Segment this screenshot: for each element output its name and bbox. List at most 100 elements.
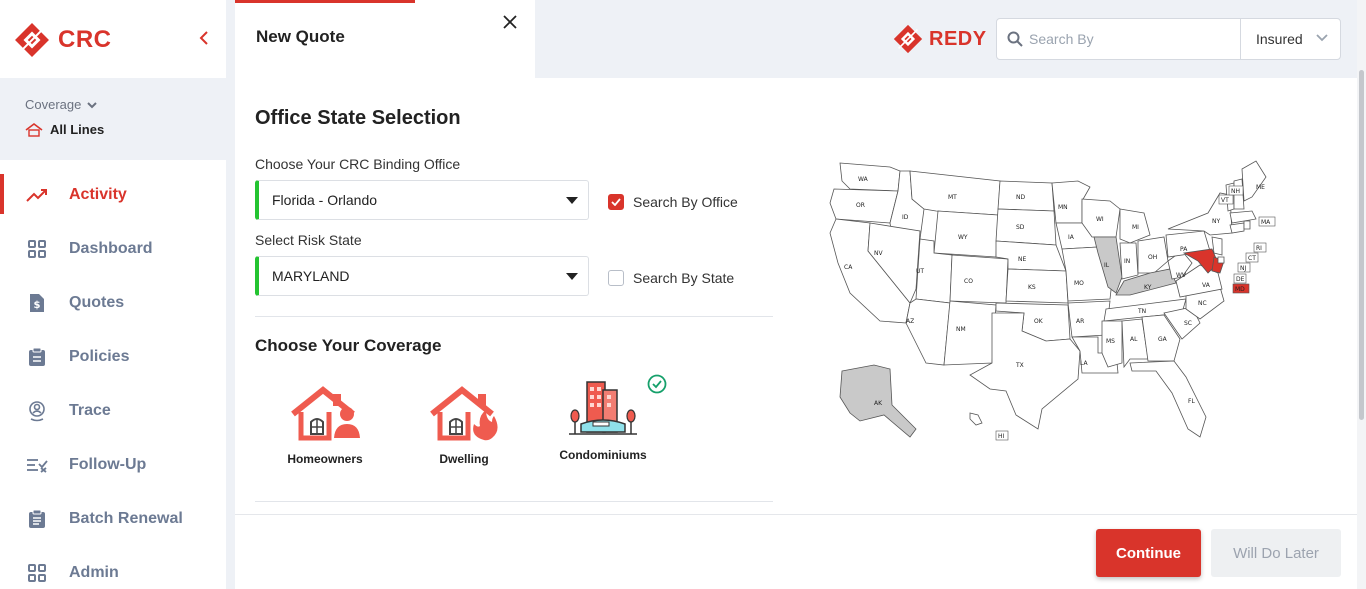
sidebar-item-label: Dashboard [69,240,153,257]
map-label: NY [1212,218,1220,225]
sidebar-item-quotes[interactable]: $ Quotes [0,276,226,330]
us-state-map[interactable]: WA OR CA ID NV MT WY UT AZ CO NM ND SD N… [820,153,1280,453]
grid-icon [26,238,48,260]
grid-icon [26,562,48,584]
sidebar-item-dashboard[interactable]: Dashboard [0,222,226,276]
search-type-value: Insured [1256,31,1303,47]
map-label: SD [1016,224,1025,231]
condominium-icon [569,381,637,435]
coverage-option-condominiums[interactable]: Condominiums [543,381,663,462]
divider [255,501,773,502]
collapse-sidebar-icon[interactable] [198,30,210,51]
map-label: MS [1106,338,1115,345]
map-label: ID [902,214,909,221]
coverage-label: Coverage [25,97,97,112]
checkbox-unchecked-icon [608,270,624,286]
search-icon [1007,31,1023,47]
map-label: SC [1184,320,1192,327]
state-co [949,254,1009,304]
dwelling-fire-icon [430,386,498,441]
map-label: VT [1221,197,1229,204]
scrollbar[interactable] [1357,0,1366,589]
map-label: AK [874,400,883,407]
sidebar-item-follow-up[interactable]: Follow-Up [0,438,226,492]
map-label: NV [874,250,883,257]
sidebar-item-label: Admin [69,564,119,581]
divider [255,316,773,317]
search-by-office-label: Search By Office [633,194,738,210]
trending-up-icon [26,184,48,206]
sidebar-item-label: Quotes [69,294,125,311]
map-label: NM [956,326,966,333]
sidebar-item-activity[interactable]: Activity [0,168,226,222]
brand-name: CRC [58,26,112,53]
risk-state-label: Select Risk State [255,232,362,248]
sidebar-item-admin[interactable]: Admin [0,546,226,589]
map-label: PA [1180,246,1188,253]
checkbox-checked-icon [608,194,624,210]
office-select-value: Florida - Orlando [272,192,378,208]
map-label: KS [1028,284,1036,291]
map-label: FL [1188,398,1195,405]
map-label: ND [1016,194,1025,201]
state-de [1217,256,1225,264]
location-person-icon [26,400,48,422]
close-icon[interactable] [503,12,517,35]
sidebar-item-label: Policies [69,348,130,365]
continue-button[interactable]: Continue [1096,529,1201,577]
sidebar-item-trace[interactable]: Trace [0,384,226,438]
office-label: Choose Your CRC Binding Office [255,156,461,172]
redy-logo: REDY [893,24,987,54]
map-label: MD [1235,286,1245,293]
state-az [905,298,951,366]
section-title-coverage: Choose Your Coverage [255,336,442,355]
state-ct [1229,222,1245,234]
map-label: NJ [1240,265,1246,272]
map-label: TX [1015,362,1024,369]
map-label: WY [958,234,968,241]
caret-down-icon [566,273,578,280]
selected-check-icon [647,374,667,394]
map-label: WV [1176,272,1187,279]
coverage-label-text: Coverage [25,97,82,112]
state-ks [1005,268,1069,304]
office-select[interactable]: Florida - Orlando [255,180,589,220]
risk-state-select[interactable]: MARYLAND [255,256,589,296]
coverage-option-homeowners[interactable]: Homeowners [265,386,385,466]
map-label: KY [1144,284,1152,291]
crc-logo[interactable]: CRC [14,22,112,58]
caret-down-icon [566,197,578,204]
coverage-selector[interactable]: Coverage All Lines [0,78,226,160]
map-label: NC [1198,300,1207,307]
map-label: DE [1236,276,1245,283]
map-label: CT [1248,255,1256,262]
state-ri [1243,220,1251,230]
map-label: ME [1256,184,1265,191]
scrollbar-thumb[interactable] [1359,70,1364,420]
global-search: Insured [996,18,1341,60]
sidebar-item-policies[interactable]: Policies [0,330,226,384]
tab-new-quote[interactable]: New Quote [235,0,535,78]
search-by-state-label: Search By State [633,270,735,286]
coverage-option-dwelling[interactable]: Dwelling [404,386,524,466]
map-label: MT [948,194,957,201]
crc-diamond-icon [15,23,49,57]
search-by-office-checkbox[interactable]: Search By Office [608,194,738,210]
will-do-later-button[interactable]: Will Do Later [1211,529,1341,577]
state-sd [995,208,1057,246]
search-type-select[interactable]: Insured [1240,19,1340,59]
coverage-label: Homeowners [287,452,363,466]
redy-diamond-icon [893,24,923,54]
map-label: OH [1148,254,1157,261]
map-label: GA [1158,336,1168,343]
map-label: OR [856,202,865,209]
state-ma [1229,210,1257,224]
coverage-label: Condominiums [559,448,647,462]
map-label: OK [1034,318,1044,325]
state-nm [943,300,997,366]
search-input[interactable] [1029,31,1229,47]
chevron-down-icon [1316,34,1328,42]
sidebar-item-batch-renewal[interactable]: Batch Renewal [0,492,226,546]
map-label: IA [1068,234,1075,241]
search-by-state-checkbox[interactable]: Search By State [608,270,734,286]
